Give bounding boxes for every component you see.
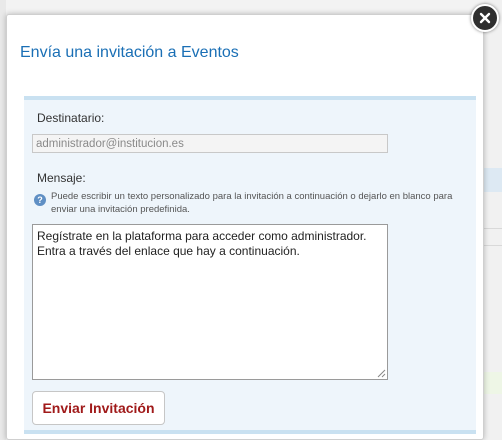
background-divider xyxy=(484,228,502,229)
close-button[interactable] xyxy=(471,4,499,32)
modal-title: Envía una invitación a Eventos xyxy=(20,44,239,61)
message-textarea[interactable]: Regístrate en la plataforma para acceder… xyxy=(32,224,388,380)
background-row-highlight xyxy=(484,372,502,394)
send-invitation-button[interactable]: Enviar Invitación xyxy=(32,391,165,425)
invitation-form: Destinatario: Mensaje: ? Puede escribir … xyxy=(24,96,476,434)
invitation-modal: Envía una invitación a Eventos Destinata… xyxy=(6,14,484,440)
message-label: Mensaje: xyxy=(37,171,86,185)
message-help-text: Puede escribir un texto personalizado pa… xyxy=(51,191,453,215)
close-icon xyxy=(479,12,491,24)
question-icon: ? xyxy=(34,194,46,206)
resize-handle-icon[interactable] xyxy=(376,368,386,378)
background-row-highlight xyxy=(484,168,502,192)
recipient-field[interactable] xyxy=(32,134,388,153)
recipient-label: Destinatario: xyxy=(37,111,105,125)
background-divider xyxy=(484,245,502,246)
